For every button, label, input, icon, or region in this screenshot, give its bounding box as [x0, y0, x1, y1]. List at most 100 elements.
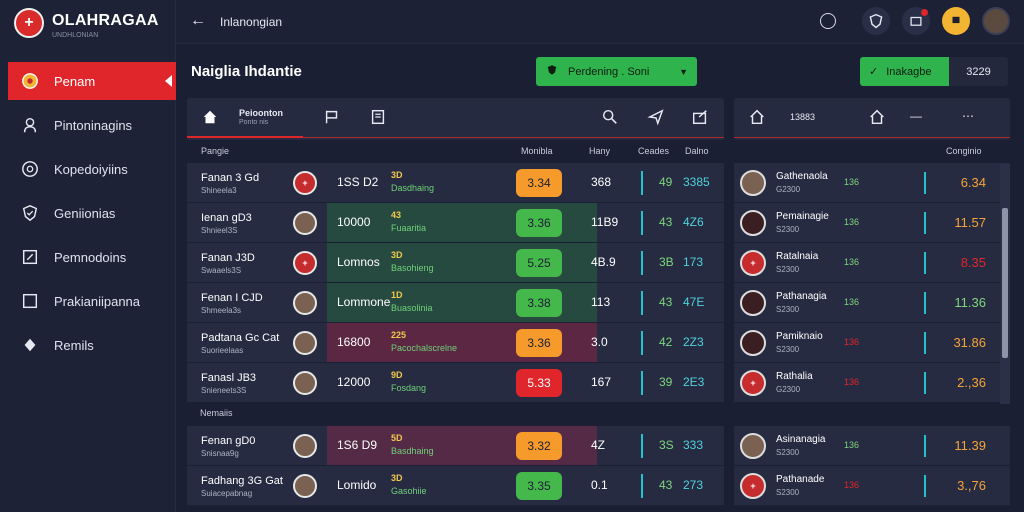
team-crest-icon: + [293, 171, 317, 195]
side-item-divider [924, 292, 926, 314]
side-item-odds[interactable]: 11.39 [954, 438, 986, 453]
row-score: 10000 [337, 215, 371, 229]
home-outline-icon[interactable] [748, 108, 766, 131]
filter-label: Perdening . Soni [568, 65, 650, 78]
column-header-c3: Ceades [638, 146, 670, 156]
brand-logo-icon: + [14, 8, 44, 38]
odds-pill[interactable]: 3.36 [516, 329, 562, 357]
more-icon[interactable]: ⋯ [962, 109, 974, 123]
player-avatar [293, 434, 317, 458]
odds-pill[interactable]: 3.35 [516, 472, 562, 500]
side-item-divider [924, 172, 926, 194]
sidebar-item-remils[interactable]: Remils [0, 326, 176, 364]
row-tag: 3D [391, 170, 403, 180]
share-icon[interactable] [691, 108, 709, 131]
odds-pill[interactable]: 3.36 [516, 209, 562, 237]
dash-icon[interactable]: — [910, 109, 922, 123]
table-row[interactable]: Fenan I CJD Shmeela3s Lommone 1D Buasolinia 3… [187, 283, 724, 323]
side-item-odds[interactable]: 31.86 [953, 335, 986, 350]
scrollbar-thumb[interactable] [1002, 208, 1008, 358]
diamond-icon [20, 335, 40, 355]
brand[interactable]: + OLAHRAGAA UNDHLONIAN [14, 8, 159, 39]
notifications-icon[interactable] [902, 7, 930, 35]
chevron-down-icon: ▼ [679, 66, 688, 77]
odds-pill[interactable]: 3.34 [516, 169, 562, 197]
row-name: Fanan 3 Gd [201, 172, 260, 184]
side-item-divider [924, 252, 926, 274]
table-row[interactable]: Fanasl JB3 Snieneets3S 12000 9D Fosdang 5.33 1… [187, 363, 724, 403]
row-divider [641, 251, 643, 275]
side-item-odds[interactable]: 11.57 [954, 215, 986, 230]
row-tag: 5D [391, 433, 403, 443]
shield-badge-icon[interactable] [862, 7, 890, 35]
row-name: Fanan J3D [201, 252, 255, 264]
side-item-odds[interactable]: 3.,76 [957, 478, 986, 493]
home-alt-icon[interactable] [868, 108, 886, 131]
search-icon[interactable] [601, 108, 619, 131]
trophy-icon[interactable] [942, 7, 970, 35]
tab-active-sub: Ponto nis [239, 119, 269, 126]
side-list-item[interactable]: + Rathalia G2300 136 2.,36 [734, 363, 1010, 403]
side-scrollbar[interactable] [1000, 164, 1010, 404]
row-value-1: 167 [591, 375, 612, 389]
side-list-item[interactable]: + Pathanade S2300 136 3.,76 [734, 466, 1010, 506]
side-list-item[interactable]: Asinanagia S2300 136 11.39 [734, 426, 1010, 466]
sidebar-item-prakianiipanna[interactable]: Prakianiipanna [0, 282, 176, 320]
team-crest-icon: + [740, 370, 766, 396]
table-row[interactable]: Fenan gD0 Snisnaa9g 1S6 D9 5D Basdhaing 3.32 4… [187, 426, 724, 466]
side-list-item[interactable]: Gathenaola G2300 136 6.34 [734, 163, 1010, 203]
sidebar-item-geniionias[interactable]: Geniionias [0, 194, 176, 232]
row-tag: 3D [391, 473, 403, 483]
clock-icon[interactable] [820, 13, 836, 29]
side-list-item[interactable]: Pemainagie S2300 136 11.57 [734, 203, 1010, 243]
home-icon[interactable] [201, 108, 219, 131]
row-value-3: 4Z6 [683, 215, 704, 229]
send-icon[interactable] [647, 108, 665, 131]
document-icon[interactable] [369, 108, 387, 131]
odds-toggle-button[interactable]: ✓ Inakagbe 3229 [860, 57, 1008, 86]
table-row[interactable]: Fanan J3D Swaaels3S + Lomnos 3D Basohieng 5.25… [187, 243, 724, 283]
odds-pill[interactable]: 3.32 [516, 432, 562, 460]
sidebar-item-pintoninagins[interactable]: Pintoninagins [0, 106, 176, 144]
side-list-item[interactable]: + Ratalnaia S2300 136 8.35 [734, 243, 1010, 283]
match-list: Fanan 3 Gd Shineela3 +1SS D2 3D Dasdhaing 3.3… [187, 163, 724, 403]
team-crest-icon: + [740, 473, 766, 499]
odds-pill[interactable]: 5.33 [516, 369, 562, 397]
side-list-item[interactable]: Pathanagia S2300 136 11.36 [734, 283, 1010, 323]
side-item-divider [924, 372, 926, 394]
row-divider [641, 371, 643, 395]
row-tag: 9D [391, 370, 403, 380]
side-item-odds[interactable]: 6.34 [961, 175, 986, 190]
side-item-odds[interactable]: 2.,36 [957, 375, 986, 390]
back-arrow-icon[interactable]: ← [190, 12, 206, 30]
row-value-1: 0.1 [591, 478, 608, 492]
table-row[interactable]: Padtana Gc Cat Suorieelaas 16800 225 Pacocha… [187, 323, 724, 363]
odds-pill[interactable]: 3.38 [516, 289, 562, 317]
avatar[interactable] [982, 7, 1010, 35]
row-tag: 3D [391, 250, 403, 260]
sidebar-item-pemnodoins[interactable]: Pemnodoins [0, 238, 176, 276]
row-name: Padtana Gc Cat [201, 332, 280, 344]
table-row[interactable]: Fanan 3 Gd Shineela3 +1SS D2 3D Dasdhaing 3.3… [187, 163, 724, 203]
flag-icon[interactable] [323, 108, 341, 131]
filter-dropdown-button[interactable]: Perdening . Soni ▼ [536, 57, 697, 86]
row-value-3: 47E [683, 295, 705, 309]
row-value-3: 173 [683, 255, 704, 269]
sidebar-item-kopedoiyiins[interactable]: Kopedoiyiins [0, 150, 176, 188]
row-divider [641, 211, 643, 235]
topbar-title: Inlanongian [220, 15, 283, 29]
tab-active-indicator [187, 136, 303, 138]
row-sub: Shineela3 [201, 186, 237, 195]
tab-active-label[interactable]: Peioonton [239, 108, 283, 118]
sidebar-item-penam[interactable]: Penam [8, 62, 176, 100]
page-title: Naiglia Ihdantie [191, 63, 302, 80]
table-row[interactable]: Fadhang 3G Gat Suiacepabnag Lomido 3D Gasohi… [187, 466, 724, 506]
player-avatar [293, 331, 317, 355]
topbar: ← Inlanongian [176, 0, 1024, 44]
side-list-item[interactable]: Pamiknaio S2300 136 31.86 [734, 323, 1010, 363]
row-divider [641, 171, 643, 195]
table-row[interactable]: Ienan gD3 Shnieel3S 10000 43 Fuaaritia 3.36 11… [187, 203, 724, 243]
side-item-odds[interactable]: 8.35 [961, 255, 986, 270]
side-item-odds[interactable]: 11.36 [954, 295, 986, 310]
odds-pill[interactable]: 5.25 [516, 249, 562, 277]
